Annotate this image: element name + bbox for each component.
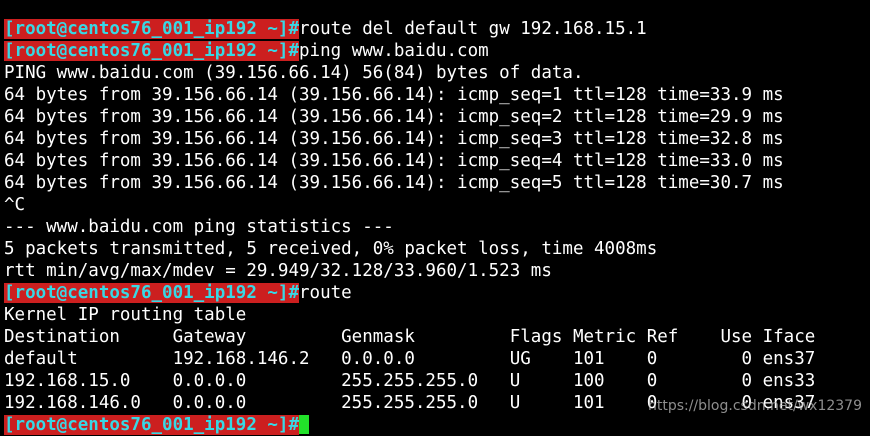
output-text: 64 bytes from 39.156.66.14 (39.156.66.14…: [4, 151, 784, 171]
output-text: PING www.baidu.com (39.156.66.14) 56(84)…: [4, 63, 584, 83]
output-line: Destination Gateway Genmask Flags Metric…: [4, 326, 870, 348]
cursor-block[interactable]: [299, 415, 310, 434]
output-line: 5 packets transmitted, 5 received, 0% pa…: [4, 238, 870, 260]
output-text: --- www.baidu.com ping statistics ---: [4, 217, 394, 237]
command-text: ping www.baidu.com: [299, 41, 489, 61]
output-text: ^C: [4, 195, 26, 215]
command-text: route: [299, 283, 352, 303]
output-line: rtt min/avg/max/mdev = 29.949/32.128/33.…: [4, 260, 870, 282]
shell-prompt: [root@centos76_001_ip192 ~]#: [4, 283, 300, 303]
output-line: ^C: [4, 194, 870, 216]
shell-prompt: [root@centos76_001_ip192 ~]#: [4, 415, 300, 435]
command-text: route del default gw 192.168.15.1: [299, 19, 647, 39]
command-line: [root@centos76_001_ip192 ~]#route: [4, 282, 870, 304]
output-text: 192.168.15.0 0.0.0.0 255.255.255.0 U 100…: [4, 371, 816, 391]
output-line: 64 bytes from 39.156.66.14 (39.156.66.14…: [4, 150, 870, 172]
shell-prompt: [root@centos76_001_ip192 ~]#: [4, 19, 300, 39]
output-line: 192.168.15.0 0.0.0.0 255.255.255.0 U 100…: [4, 370, 870, 392]
output-text: Destination Gateway Genmask Flags Metric…: [4, 327, 816, 347]
output-line: Kernel IP routing table: [4, 304, 870, 326]
shell-prompt: [root@centos76_001_ip192 ~]#: [4, 41, 300, 61]
command-line: [root@centos76_001_ip192 ~]#route del de…: [4, 18, 870, 40]
output-line: 64 bytes from 39.156.66.14 (39.156.66.14…: [4, 128, 870, 150]
output-text: 64 bytes from 39.156.66.14 (39.156.66.14…: [4, 107, 784, 127]
output-line: PING www.baidu.com (39.156.66.14) 56(84)…: [4, 62, 870, 84]
output-text: 64 bytes from 39.156.66.14 (39.156.66.14…: [4, 129, 784, 149]
output-text: rtt min/avg/max/mdev = 29.949/32.128/33.…: [4, 261, 552, 281]
output-text: 64 bytes from 39.156.66.14 (39.156.66.14…: [4, 85, 784, 105]
command-line: [root@centos76_001_ip192 ~]#ping www.bai…: [4, 40, 870, 62]
output-text: Kernel IP routing table: [4, 305, 247, 325]
output-text: default 192.168.146.2 0.0.0.0 UG 101 0 0…: [4, 349, 816, 369]
output-text: 5 packets transmitted, 5 received, 0% pa…: [4, 239, 658, 259]
command-line: [root@centos76_001_ip192 ~]#: [4, 414, 870, 436]
output-line: 64 bytes from 39.156.66.14 (39.156.66.14…: [4, 84, 870, 106]
output-line: default 192.168.146.2 0.0.0.0 UG 101 0 0…: [4, 348, 870, 370]
output-line: 64 bytes from 39.156.66.14 (39.156.66.14…: [4, 106, 870, 128]
terminal-window[interactable]: [root@centos76_001_ip192 ~]#route del de…: [0, 0, 870, 435]
watermark-text: https://blog.csdn.net/wx12379: [647, 398, 862, 414]
output-text: 64 bytes from 39.156.66.14 (39.156.66.14…: [4, 173, 784, 193]
output-line: --- www.baidu.com ping statistics ---: [4, 216, 870, 238]
output-line: 64 bytes from 39.156.66.14 (39.156.66.14…: [4, 172, 870, 194]
